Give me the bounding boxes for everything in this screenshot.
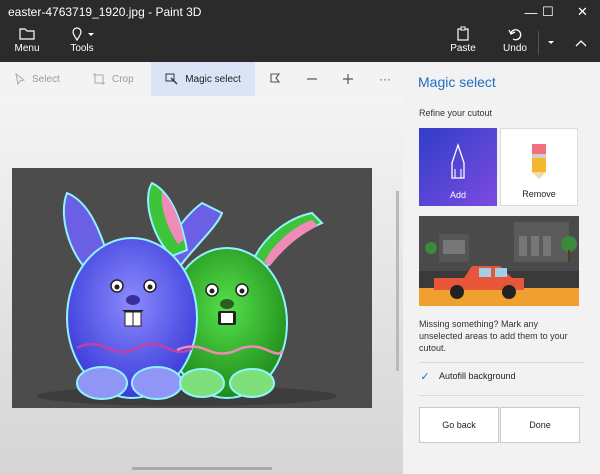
- paste-icon: [457, 26, 469, 41]
- checkmark-icon: ✓: [420, 370, 430, 383]
- select-tool[interactable]: Select: [10, 62, 64, 96]
- undo-button[interactable]: Undo: [498, 26, 532, 60]
- divider: [419, 395, 584, 396]
- remove-button[interactable]: Remove: [500, 128, 578, 206]
- paste-label: Paste: [450, 43, 476, 54]
- window-title: easter-4763719_1920.jpg - Paint 3D: [8, 5, 202, 19]
- image-canvas[interactable]: [12, 168, 372, 408]
- horizontal-scrollbar[interactable]: [132, 467, 272, 470]
- bunnies-image: [37, 181, 337, 406]
- divider: [419, 362, 584, 363]
- magic-select-icon: [165, 73, 178, 85]
- vertical-scrollbar[interactable]: [396, 191, 399, 371]
- remove-label: Remove: [522, 189, 556, 199]
- undo-label: Undo: [503, 43, 527, 54]
- add-label: Add: [449, 190, 466, 200]
- menu-label: Menu: [14, 43, 40, 54]
- tutorial-preview: [419, 216, 579, 306]
- tools-button[interactable]: Tools: [62, 26, 102, 60]
- autofill-label: Autofill background: [439, 371, 516, 381]
- crop-label: Crop: [112, 73, 134, 85]
- magic-select-tool[interactable]: Magic select: [151, 62, 255, 96]
- chevron-down-icon: [548, 41, 554, 44]
- paste-button[interactable]: Paste: [446, 26, 480, 60]
- done-button[interactable]: Done: [500, 407, 580, 443]
- folder-icon: [19, 28, 35, 40]
- title-bar: easter-4763719_1920.jpg - Paint 3D — ☐ ✕: [0, 0, 600, 24]
- zoom-in-button[interactable]: [340, 62, 356, 96]
- menu-button[interactable]: Menu: [12, 26, 42, 60]
- canvas-area[interactable]: [0, 96, 403, 474]
- autofill-background-checkbox[interactable]: ✓ Autofill background: [419, 370, 516, 383]
- tools-icon: [72, 27, 94, 42]
- more-options-button[interactable]: ···: [376, 62, 394, 96]
- go-back-button[interactable]: Go back: [419, 407, 499, 443]
- car-illustration: [419, 216, 579, 306]
- tools-label: Tools: [70, 43, 94, 54]
- maximize-button[interactable]: ☐: [531, 0, 565, 24]
- select-label: Select: [32, 73, 60, 85]
- flag-icon: [270, 73, 281, 83]
- pen-icon: [451, 142, 465, 179]
- cursor-icon: [15, 73, 26, 85]
- ribbon: Menu Tools Paste Undo: [0, 24, 600, 62]
- close-button[interactable]: ✕: [565, 0, 600, 24]
- undo-icon: [508, 29, 522, 41]
- crop-icon: [93, 73, 105, 85]
- crop-tool[interactable]: Crop: [88, 62, 138, 96]
- minus-icon: [307, 78, 317, 80]
- ribbon-divider: [538, 31, 539, 55]
- eraser-icon: [532, 144, 546, 179]
- undo-dropdown-button[interactable]: [542, 26, 560, 60]
- magic-select-label: Magic select: [185, 73, 241, 85]
- panel-title: Magic select: [418, 74, 496, 90]
- chevron-up-icon: [575, 40, 587, 47]
- help-text: Missing something? Mark any unselected a…: [419, 319, 568, 353]
- collapse-ribbon-button[interactable]: [568, 26, 594, 60]
- flag-button[interactable]: [268, 62, 284, 96]
- plus-icon: [343, 74, 353, 84]
- magic-select-panel: Magic select Refine your cutout Add Remo…: [403, 62, 600, 474]
- add-button[interactable]: Add: [419, 128, 497, 206]
- zoom-out-button[interactable]: [304, 62, 320, 96]
- canvas-toolbar: Select Crop Magic select ···: [0, 62, 403, 97]
- panel-subtitle: Refine your cutout: [419, 108, 493, 118]
